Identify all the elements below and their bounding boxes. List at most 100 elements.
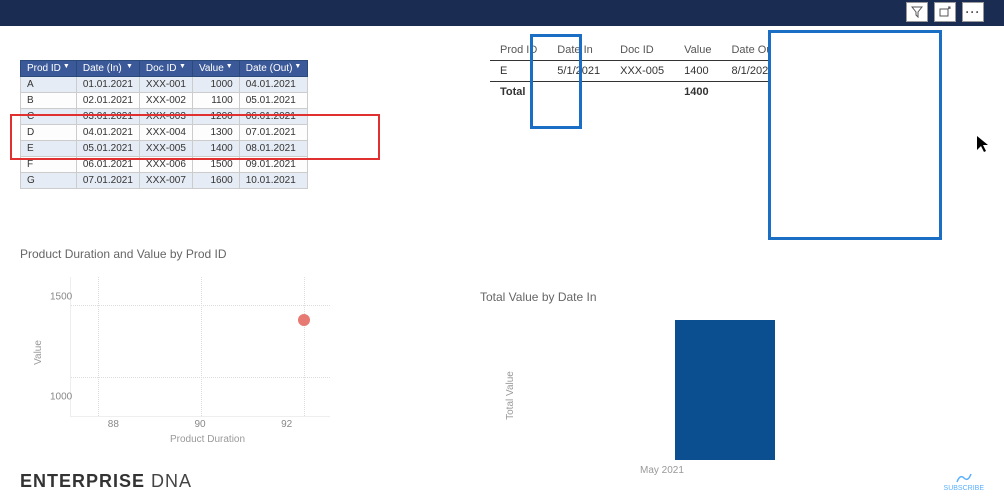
table-cell: 05.01.2021: [76, 141, 139, 157]
checkbox-icon[interactable]: [776, 52, 786, 62]
bar-chart[interactable]: Total Value by Date In Total Value May 2…: [480, 290, 780, 490]
table-row[interactable]: E5/1/2021XXX-00514008/1/2021: [490, 61, 786, 82]
slicer-item-label: 4/29/2021: [792, 77, 837, 88]
filter-icon[interactable]: [906, 2, 928, 22]
table-cell: E: [21, 141, 77, 157]
slicer-item[interactable]: 5/1/2021: [770, 102, 930, 115]
table-cell: [547, 82, 610, 103]
x-tick-label: 88: [108, 419, 119, 430]
slicer-item-label: 5/3/2021: [792, 129, 831, 140]
table-cell: Total: [490, 82, 547, 103]
source-col-header[interactable]: Date (In)▼: [76, 61, 139, 77]
table-cell: XXX-007: [139, 173, 192, 189]
slicer-item[interactable]: 4/28/2021: [770, 63, 930, 76]
table-cell: XXX-005: [610, 61, 674, 82]
table-cell: D: [21, 125, 77, 141]
scatter-y-axis-title: Value: [33, 340, 44, 365]
table-cell: XXX-005: [139, 141, 192, 157]
report-topbar: ···: [0, 0, 1004, 26]
total-row: Total 1400: [490, 82, 786, 103]
slicer-item[interactable]: 4/29/2021: [770, 76, 930, 89]
focus-mode-icon[interactable]: [934, 2, 956, 22]
x-tick-label: 92: [281, 419, 292, 430]
bar-plot-area: [520, 320, 780, 460]
scatter-plot-area: [70, 277, 330, 417]
slicer-item[interactable]: 5/4/2021: [770, 141, 930, 154]
table-cell: 1400: [674, 82, 721, 103]
table-cell: 01.01.2021: [76, 77, 139, 93]
source-data-table: Prod ID▼Date (In)▼Doc ID▼Value▼Date (Out…: [20, 60, 308, 189]
slicer-item[interactable]: 5/8/2021: [770, 193, 930, 206]
source-col-header[interactable]: Prod ID▼: [21, 61, 77, 77]
table-cell: F: [21, 157, 77, 173]
slicer-item-label: 5/8/2021: [792, 194, 831, 205]
checkbox-icon[interactable]: [776, 169, 786, 179]
slicer-item-label: 5/6/2021: [792, 168, 831, 179]
table-cell: A: [21, 77, 77, 93]
checkbox-icon[interactable]: [776, 182, 786, 192]
checkbox-icon[interactable]: [776, 65, 786, 75]
checkbox-icon[interactable]: [776, 117, 786, 127]
table-row: G07.01.2021XXX-007160010.01.2021: [21, 173, 308, 189]
slicer-item[interactable]: 5/7/2021: [770, 180, 930, 193]
table-cell: [610, 82, 674, 103]
slicer-item[interactable]: 4/27/2021: [770, 50, 930, 63]
table-cell: 1600: [192, 173, 239, 189]
source-col-header[interactable]: Date (Out)▼: [239, 61, 308, 77]
more-options-icon[interactable]: ···: [962, 2, 984, 22]
table-cell: C: [21, 109, 77, 125]
slicer-item[interactable]: 5/5/2021: [770, 154, 930, 167]
subscribe-badge[interactable]: SUBSCRIBE: [944, 472, 984, 492]
table-row: E05.01.2021XXX-005140008.01.2021: [21, 141, 308, 157]
table-cell: 1100: [192, 93, 239, 109]
checkbox-icon[interactable]: [776, 78, 786, 88]
filtered-result-table[interactable]: Prod IDDate InDoc IDValueDate Out E5/1/2…: [490, 40, 786, 102]
table-row: C03.01.2021XXX-003120006.01.2021: [21, 109, 308, 125]
checkbox-icon[interactable]: [776, 143, 786, 153]
y-tick-label: 1000: [50, 392, 72, 403]
slicer-item-label: 5/2/2021: [792, 116, 831, 127]
checkbox-icon[interactable]: [776, 156, 786, 166]
source-col-header[interactable]: Doc ID▼: [139, 61, 192, 77]
table-cell: 07.01.2021: [76, 173, 139, 189]
table-cell: 1400: [192, 141, 239, 157]
table-cell: 1200: [192, 109, 239, 125]
table-cell: 1400: [674, 61, 721, 82]
filtered-col-header[interactable]: Prod ID: [490, 40, 547, 61]
slicer-item[interactable]: 5/6/2021: [770, 167, 930, 180]
slicer-scrollbar-thumb[interactable]: [924, 114, 928, 144]
bar-rect[interactable]: [675, 320, 775, 460]
table-cell: 04.01.2021: [76, 125, 139, 141]
table-row: A01.01.2021XXX-001100004.01.2021: [21, 77, 308, 93]
table-cell: 07.01.2021: [239, 125, 308, 141]
scatter-chart[interactable]: Product Duration and Value by Prod ID Va…: [20, 247, 350, 457]
scatter-x-axis-title: Product Duration: [170, 434, 245, 445]
enterprise-dna-logo: ENTERPRISE DNA: [20, 471, 192, 492]
bar-title: Total Value by Date In: [480, 290, 780, 304]
mouse-cursor-icon: [976, 135, 992, 160]
checkbox-icon[interactable]: [776, 130, 786, 140]
table-cell: 09.01.2021: [239, 157, 308, 173]
table-cell: E: [490, 61, 547, 82]
slicer-item[interactable]: 4/30/2021: [770, 89, 930, 102]
source-col-header[interactable]: Value▼: [192, 61, 239, 77]
filtered-col-header[interactable]: Date In: [547, 40, 610, 61]
scatter-point[interactable]: [298, 314, 310, 326]
checkbox-icon[interactable]: [776, 104, 786, 114]
filtered-col-header[interactable]: Value: [674, 40, 721, 61]
checkbox-icon[interactable]: [776, 195, 786, 205]
table-cell: 03.01.2021: [76, 109, 139, 125]
table-cell: XXX-004: [139, 125, 192, 141]
table-row: F06.01.2021XXX-006150009.01.2021: [21, 157, 308, 173]
table-cell: 06.01.2021: [239, 109, 308, 125]
slicer-item-label: 5/1/2021: [792, 103, 831, 114]
scatter-title: Product Duration and Value by Prod ID: [20, 247, 350, 261]
slicer-item[interactable]: 5/3/2021: [770, 128, 930, 141]
date-slicer[interactable]: Date 4/27/20214/28/20214/29/20214/30/202…: [770, 34, 930, 206]
filtered-col-header[interactable]: Doc ID: [610, 40, 674, 61]
slicer-item-label: 4/28/2021: [792, 64, 837, 75]
slicer-item[interactable]: 5/2/2021: [770, 115, 930, 128]
slicer-item-label: 4/27/2021: [792, 51, 837, 62]
table-cell: XXX-003: [139, 109, 192, 125]
checkbox-icon[interactable]: [776, 91, 786, 101]
